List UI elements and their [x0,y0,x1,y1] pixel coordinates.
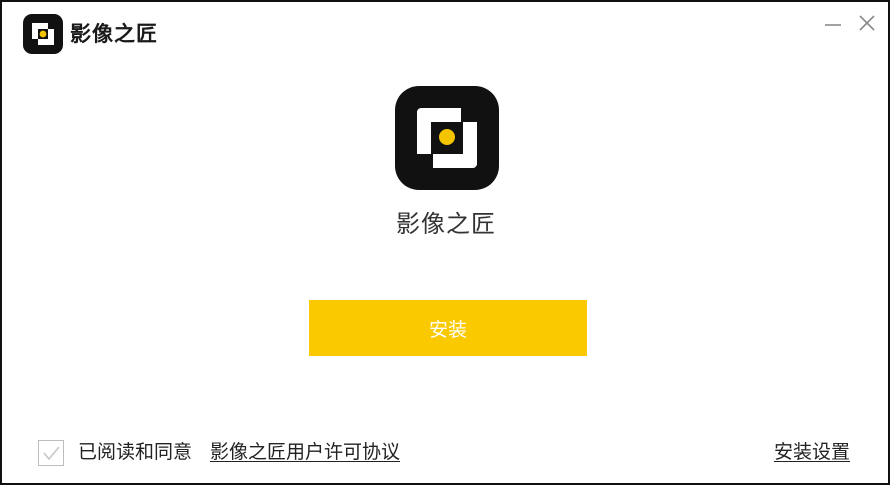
app-logo-icon [23,14,63,54]
license-agreement-link[interactable]: 影像之匠用户许可协议 [210,440,400,464]
close-button[interactable] [854,10,880,36]
minimize-button[interactable] [820,10,846,36]
agree-label: 已阅读和同意 [78,441,193,463]
install-button[interactable]: 安装 [309,300,587,356]
check-icon [43,446,60,461]
agree-checkbox[interactable] [38,440,64,466]
window-title: 影像之匠 [70,22,158,46]
installer-window: 影像之匠 影像之匠 安装 已阅读和同意 影像之匠用户许可协议 安装设置 [0,0,890,485]
app-logo-large-icon [395,86,499,190]
install-settings-link[interactable]: 安装设置 [774,440,850,464]
app-name: 影像之匠 [396,210,496,238]
minimize-icon [825,24,841,26]
close-icon [859,15,875,31]
